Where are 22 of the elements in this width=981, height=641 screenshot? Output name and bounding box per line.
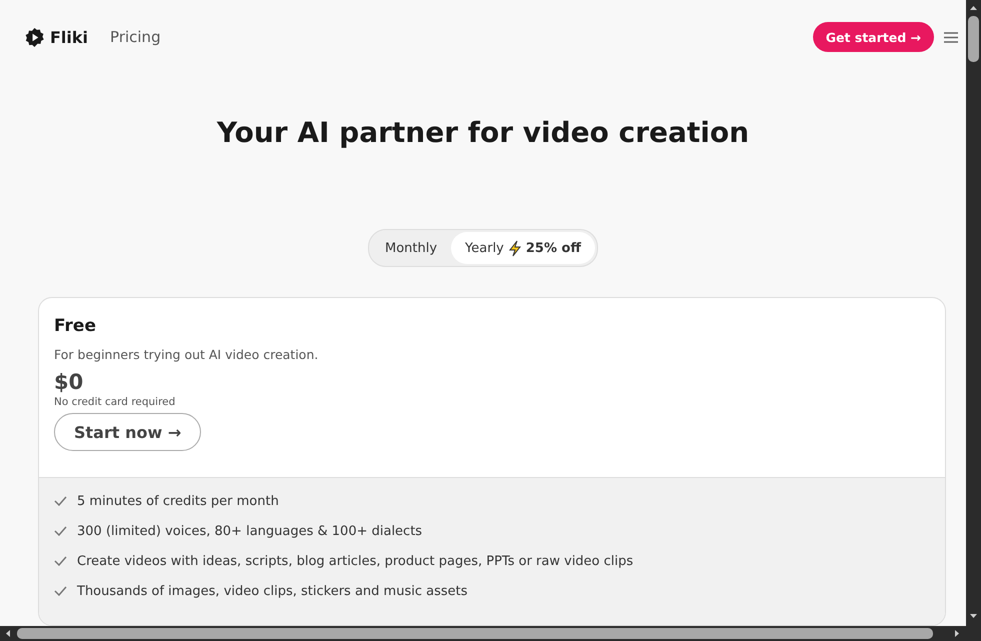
check-icon [54, 556, 67, 566]
billing-tab[interactable]: Monthly [370, 232, 452, 264]
feature-text: Thousands of images, video clips, stickers and music assets [77, 584, 468, 598]
logo-icon [25, 28, 44, 46]
menu-icon[interactable] [944, 32, 958, 42]
nav-link[interactable]: Pricing [110, 28, 161, 46]
lightning-icon [506, 240, 523, 256]
plan-name: Free [54, 316, 96, 336]
brand-name: Fliki [50, 28, 88, 46]
plan-price: $0 [54, 370, 84, 394]
page-title: Your AI partner for video creation [216, 116, 750, 149]
plan-description: For beginners trying out AI video creation. [54, 347, 318, 362]
price-note: No credit card required [54, 396, 176, 408]
check-icon [54, 586, 67, 596]
feature-text: 5 minutes of credits per month [77, 494, 279, 508]
feature-text: Create videos with ideas, scripts, blog articles, product pages, PPTs or raw video clips [77, 554, 634, 568]
feature-text: 300 (limited) voices, 80+ languages & 100+ dialects [77, 524, 422, 538]
check-icon [54, 526, 67, 536]
billing-tab[interactable]: Yearly 25% off [451, 232, 595, 264]
check-icon [54, 496, 67, 506]
start-now-button[interactable]: Start now → [54, 413, 202, 451]
get-started-button[interactable]: Get started → [812, 22, 934, 52]
